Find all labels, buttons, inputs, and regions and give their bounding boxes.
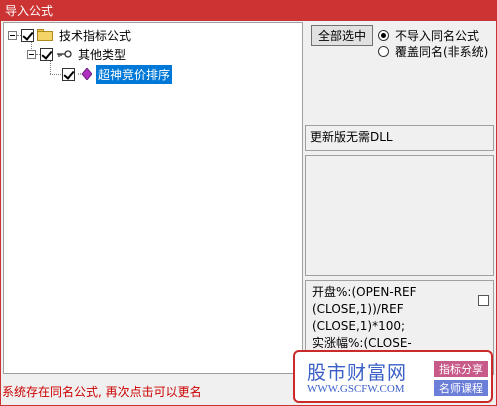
key-icon [57,50,72,58]
window-title: 导入公式 [5,4,54,18]
tree-formula-label[interactable]: 超神竞价排序 [96,64,173,84]
code-line: (CLOSE,1))/REF [312,302,404,316]
watermark-tag-course: 名师课程 [434,380,488,396]
code-checkbox[interactable] [478,295,489,306]
tree-root-label[interactable]: 技术指标公式 [57,26,133,45]
formula-note: 更新版无需DLL [305,125,494,151]
radio-skip-label: 不导入同名公式 [395,29,480,43]
radio-overwrite-duplicates[interactable]: 覆盖同名(非系统) [378,43,488,60]
radio-overwrite-label: 覆盖同名(非系统) [395,45,489,59]
radio-skip-duplicates[interactable]: 不导入同名公式 [378,27,479,44]
folder-icon [37,29,53,41]
watermark-url: WWW.GSCFW.COM [307,383,405,395]
tree-formula-checkbox[interactable] [62,67,75,81]
status-message: 系统存在同名公式, 再次点击可以更名 [2,385,202,399]
diamond-icon [78,68,92,80]
formula-note-text: 更新版无需DLL [310,130,393,144]
watermark-site-name: 股市财富网 [307,362,408,384]
radio-skip-indicator[interactable] [378,30,389,41]
collapse-icon[interactable] [8,30,17,40]
watermark-logo: 股市财富网 WWW.GSCFW.COM 指标分享 名师课程 [293,350,493,403]
tree-category-checkbox[interactable] [40,47,53,61]
tree-node-formula[interactable]: 超神竞价排序 [62,64,173,84]
code-line: (CLOSE,1)*100; [312,319,406,333]
code-line: 开盘%:(OPEN-REF [312,285,417,299]
watermark-tag-share: 指标分享 [434,361,488,377]
formula-description-box[interactable] [305,155,494,276]
select-all-button[interactable]: 全部选中 [311,25,373,46]
tree-node-root[interactable]: 技术指标公式 [8,26,133,44]
collapse-icon[interactable] [27,49,36,59]
radio-overwrite-indicator[interactable] [378,46,389,57]
formula-tree[interactable]: 技术指标公式 其他类型 超神竞价排序 [3,22,303,374]
window-title-bar[interactable]: 导入公式 [0,0,497,21]
tree-root-checkbox[interactable] [21,28,34,42]
tree-category-label[interactable]: 其他类型 [76,45,128,64]
tree-node-category[interactable]: 其他类型 [27,45,128,63]
